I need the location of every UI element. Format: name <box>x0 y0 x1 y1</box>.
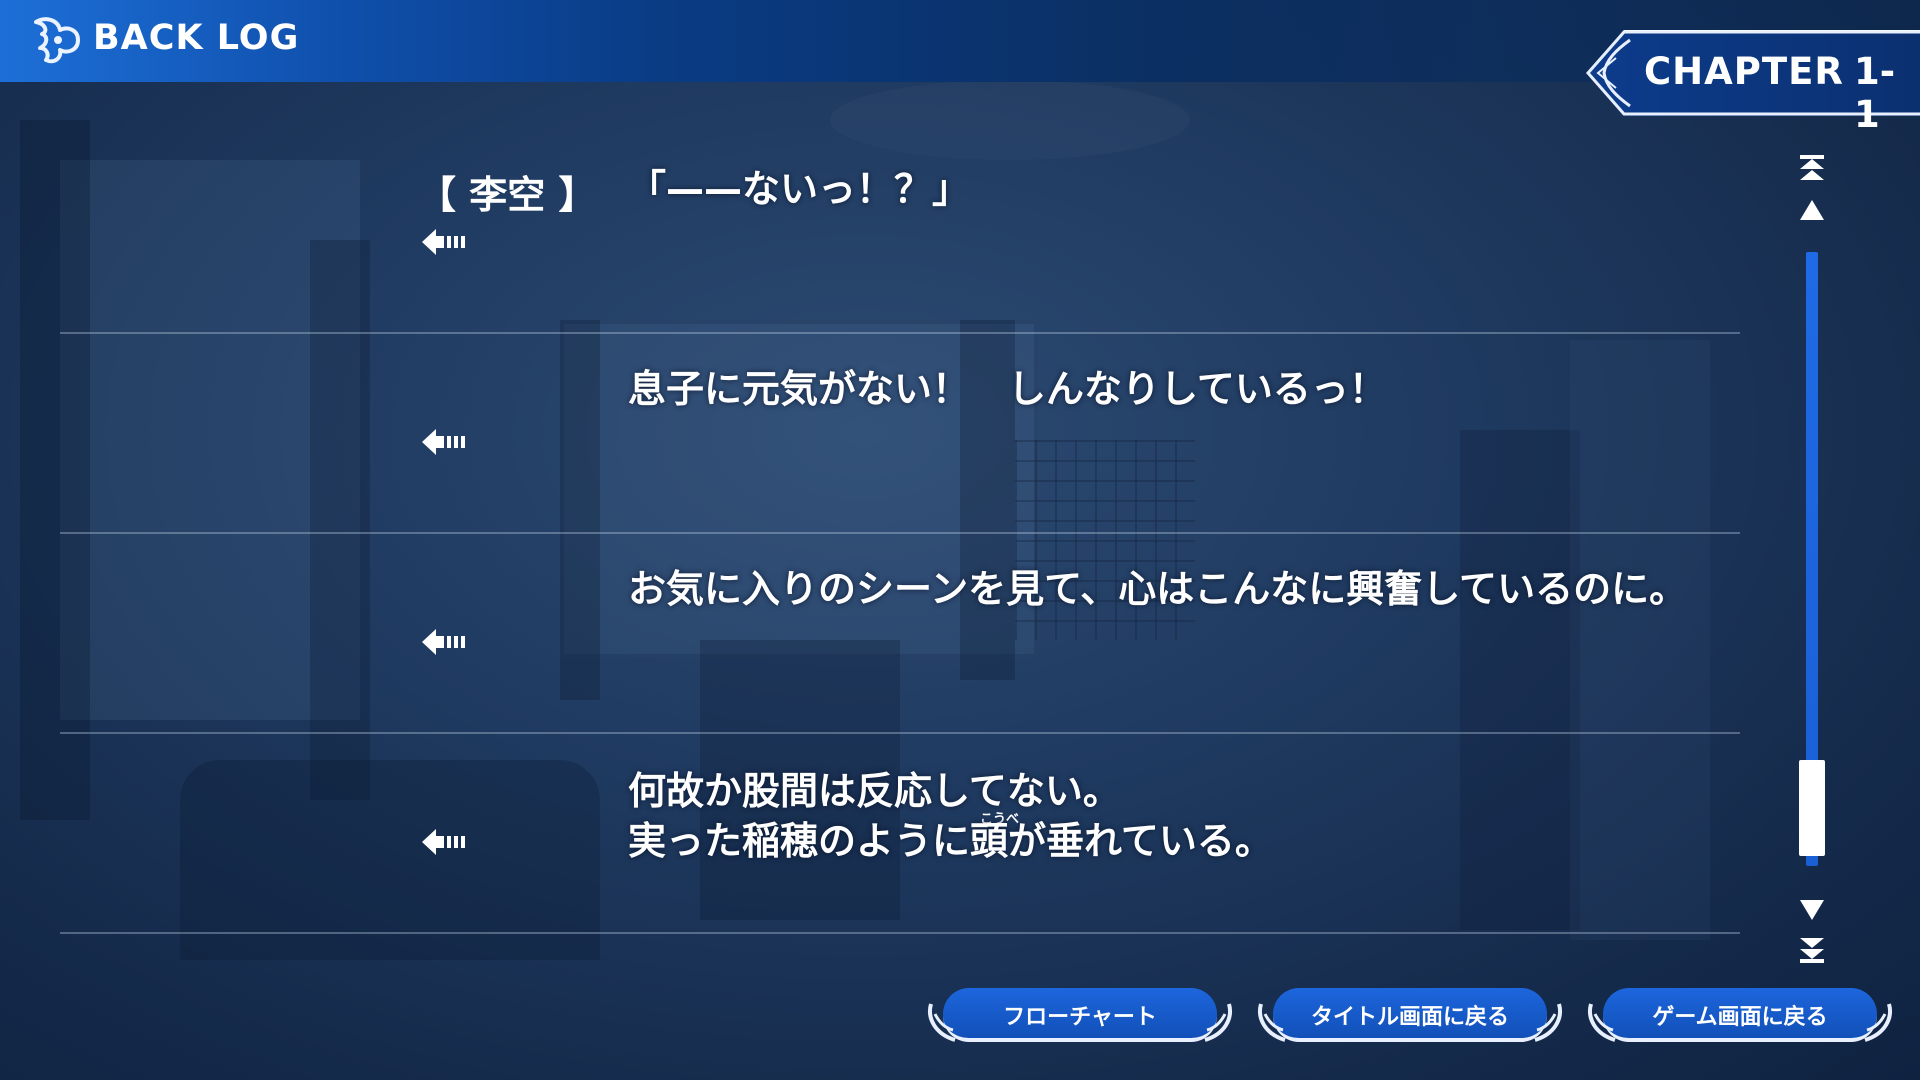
log-entry: 何故か股間は反応してない。 こうべ 実った稲穂のように頭が垂れている。 <box>0 734 1920 934</box>
return-to-title-button-label: タイトル画面に戻る <box>1310 1005 1509 1030</box>
chapter-badge: CHAPTER 1-1 <box>1586 30 1920 136</box>
return-to-title-button[interactable]: タイトル画面に戻る <box>1255 988 1565 1044</box>
scroll-up-icon[interactable] <box>1796 194 1828 226</box>
page-title: BACK LOG <box>93 18 300 58</box>
flowchart-button[interactable]: フローチャート <box>925 988 1235 1044</box>
speaker-name: 【 李空 】 <box>418 173 597 217</box>
return-to-game-button[interactable]: ゲーム画面に戻る <box>1585 988 1895 1044</box>
voice-replay-arrow-icon[interactable] <box>420 627 466 657</box>
voice-replay-arrow-icon[interactable] <box>420 227 466 257</box>
dialogue-text: 息子に元気がない！ しんなりしているっ！ <box>628 367 1387 411</box>
scroll-down-icon[interactable] <box>1796 894 1828 926</box>
entry-divider <box>60 932 1740 934</box>
voice-replay-arrow-icon[interactable] <box>420 427 466 457</box>
voice-replay-arrow-icon[interactable] <box>420 827 466 857</box>
chapter-label: CHAPTER <box>1644 50 1844 93</box>
dialogue-text: お気に入りのシーンを見て、心はこんなに興奮しているのに。 <box>628 567 1688 611</box>
flowchart-button-label: フローチャート <box>1003 1005 1157 1030</box>
return-to-game-button-label: ゲーム画面に戻る <box>1652 1005 1828 1030</box>
log-entry: お気に入りのシーンを見て、心はこんなに興奮しているのに。 <box>0 534 1920 734</box>
chapter-number: 1-1 <box>1854 50 1896 136</box>
scroll-top-icon[interactable] <box>1796 152 1828 184</box>
dialogue-text: 何故か股間は反応してない。 <box>628 769 1121 813</box>
dialogue-text: 「——ないっ！？」 <box>628 167 971 211</box>
log-entry: 息子に元気がない！ しんなりしているっ！ <box>0 334 1920 534</box>
scroll-bottom-icon[interactable] <box>1796 934 1828 966</box>
wing-icon <box>34 17 80 64</box>
log-entry: 【 李空 】 「——ないっ！？」 <box>0 134 1920 334</box>
scrollbar-thumb[interactable] <box>1799 760 1825 856</box>
dialogue-text: 実った稲穂のように頭が垂れている。 <box>628 819 1273 863</box>
